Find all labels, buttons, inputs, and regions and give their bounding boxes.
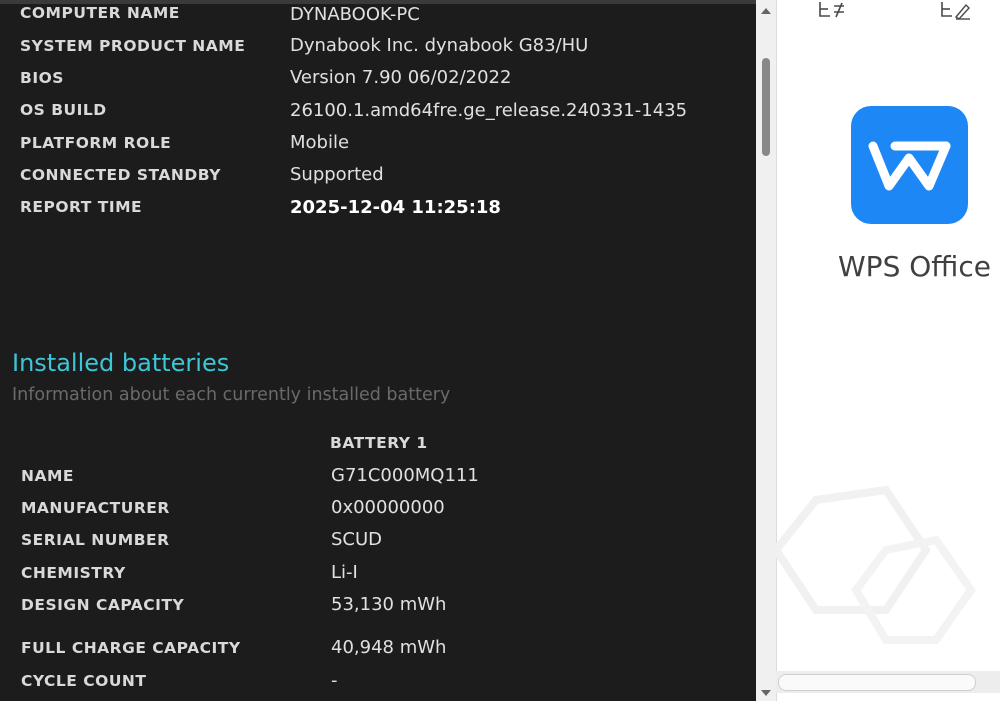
info-label: OS BUILD bbox=[20, 101, 107, 119]
section-subtitle: Information about each currently install… bbox=[12, 385, 451, 405]
battery-value: - bbox=[331, 670, 338, 691]
battery-value: Li-I bbox=[331, 562, 358, 583]
battery-label: MANUFACTURER bbox=[21, 499, 170, 517]
battery-label: FULL CHARGE CAPACITY bbox=[21, 639, 241, 657]
battery-label: CYCLE COUNT bbox=[21, 672, 147, 690]
info-value: Version 7.90 06/02/2022 bbox=[290, 67, 512, 88]
info-row-bios: BIOS Version 7.90 06/02/2022 bbox=[0, 67, 756, 91]
wps-logo-icon[interactable] bbox=[851, 106, 968, 224]
app-name: WPS Office bbox=[838, 250, 991, 283]
battery-row-full-charge-capacity: FULL CHARGE CAPACITY 40,948 mWh bbox=[0, 637, 756, 661]
info-value: 26100.1.amd64fre.ge_release.240331-1435 bbox=[290, 100, 688, 121]
info-label: SYSTEM PRODUCT NAME bbox=[20, 37, 246, 55]
info-value: Dynabook Inc. dynabook G83/HU bbox=[290, 35, 589, 56]
info-row-system-product-name: SYSTEM PRODUCT NAME Dynabook Inc. dynabo… bbox=[0, 35, 756, 59]
info-label: PLATFORM ROLE bbox=[20, 134, 172, 152]
info-value: 2025-12-04 11:25:18 bbox=[290, 197, 501, 218]
battery-value: G71C000MQ111 bbox=[331, 465, 479, 486]
battery-label: NAME bbox=[21, 467, 74, 485]
battery-value: 0x00000000 bbox=[331, 497, 445, 518]
battery-row-serial-number: SERIAL NUMBER SCUD bbox=[0, 529, 756, 553]
battery-value: 40,948 mWh bbox=[331, 637, 447, 658]
battery-row-chemistry: CHEMISTRY Li-I bbox=[0, 562, 756, 586]
battery-column-header: BATTERY 1 bbox=[330, 434, 428, 452]
wps-office-panel: WPS Office bbox=[776, 0, 1000, 701]
info-value: Mobile bbox=[290, 132, 350, 153]
scroll-up-arrow-icon[interactable] bbox=[761, 8, 771, 14]
info-value: DYNABOOK-PC bbox=[290, 4, 420, 25]
edit-note-icon[interactable] bbox=[938, 0, 972, 20]
horizontal-scroll-thumb[interactable] bbox=[778, 674, 976, 691]
section-title: Installed batteries bbox=[12, 349, 230, 377]
battery-value: 53,130 mWh bbox=[331, 594, 447, 615]
battery-label: DESIGN CAPACITY bbox=[21, 596, 185, 614]
info-row-platform-role: PLATFORM ROLE Mobile bbox=[0, 132, 756, 156]
scroll-down-arrow-icon[interactable] bbox=[761, 690, 771, 696]
info-label: REPORT TIME bbox=[20, 198, 143, 216]
hexagon-decoration-icon bbox=[776, 485, 976, 644]
scrollbar-thumb[interactable] bbox=[762, 58, 770, 156]
battery-row-design-capacity: DESIGN CAPACITY 53,130 mWh bbox=[0, 594, 756, 618]
info-row-connected-standby: CONNECTED STANDBY Supported bbox=[0, 164, 756, 188]
battery-label: SERIAL NUMBER bbox=[21, 531, 170, 549]
edit-list-icon[interactable] bbox=[816, 0, 850, 20]
info-row-os-build: OS BUILD 26100.1.amd64fre.ge_release.240… bbox=[0, 100, 756, 124]
battery-row-cycle-count: CYCLE COUNT - bbox=[0, 670, 756, 694]
info-value: Supported bbox=[290, 164, 384, 185]
horizontal-scrollbar[interactable] bbox=[776, 671, 1000, 693]
info-label: CONNECTED STANDBY bbox=[20, 166, 221, 184]
info-label: BIOS bbox=[20, 69, 64, 87]
info-row-report-time: REPORT TIME 2025-12-04 11:25:18 bbox=[0, 197, 756, 221]
info-row-computer-name: COMPUTER NAME DYNABOOK-PC bbox=[0, 4, 756, 28]
battery-report: COMPUTER NAME DYNABOOK-PC SYSTEM PRODUCT… bbox=[0, 0, 756, 701]
vertical-scrollbar[interactable] bbox=[756, 0, 776, 701]
battery-row-name: NAME G71C000MQ111 bbox=[0, 465, 756, 489]
info-label: COMPUTER NAME bbox=[20, 4, 180, 22]
battery-label: CHEMISTRY bbox=[21, 564, 126, 582]
battery-value: SCUD bbox=[331, 529, 383, 550]
battery-row-manufacturer: MANUFACTURER 0x00000000 bbox=[0, 497, 756, 521]
